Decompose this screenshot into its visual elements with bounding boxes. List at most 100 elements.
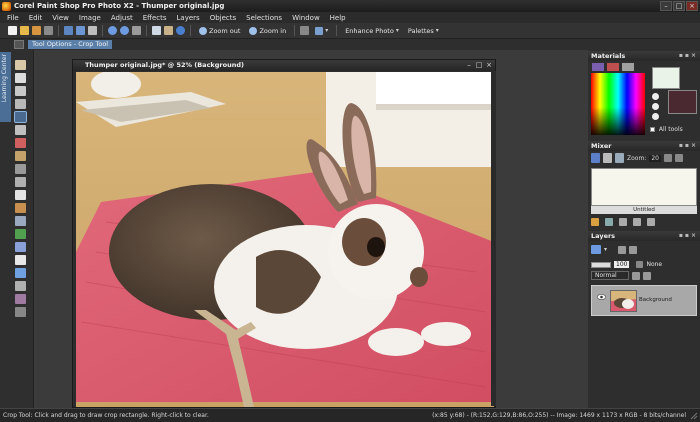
mixer-save-icon[interactable] — [605, 218, 613, 226]
dropper-tool-icon[interactable] — [15, 99, 26, 109]
tool-options-grip-icon[interactable] — [14, 40, 24, 49]
mixer-navigate-icon[interactable] — [674, 154, 683, 162]
text-tool-icon[interactable] — [15, 255, 26, 265]
mixer-pan-icon[interactable] — [663, 154, 672, 162]
palette-buttons-icon[interactable]: ▪▪× — [679, 141, 698, 151]
visibility-eye-icon[interactable] — [597, 294, 606, 300]
browse-icon[interactable] — [32, 26, 41, 35]
lock-layer-icon[interactable] — [643, 271, 651, 280]
duplicate-layer-icon[interactable] — [618, 245, 627, 254]
style-icon[interactable] — [652, 93, 659, 100]
materials-header[interactable]: Materials ▪▪× — [588, 51, 700, 61]
info-icon[interactable] — [176, 26, 185, 35]
background-swatch[interactable] — [668, 90, 697, 114]
materials-tabs[interactable] — [591, 62, 645, 72]
scan-icon[interactable] — [44, 26, 53, 35]
menu-selections[interactable]: Selections — [241, 14, 287, 22]
delete-layer-icon[interactable] — [629, 245, 638, 254]
full-screen-icon[interactable] — [300, 26, 310, 35]
airbrush-icon[interactable] — [15, 216, 26, 226]
clone-brush-icon[interactable] — [15, 151, 26, 161]
history-icon[interactable] — [132, 26, 141, 35]
copy-icon[interactable] — [152, 26, 161, 35]
menu-effects[interactable]: Effects — [138, 14, 172, 22]
lock-transparency-icon[interactable] — [632, 271, 640, 280]
pen-tool-icon[interactable] — [15, 281, 26, 291]
menu-file[interactable]: File — [2, 14, 24, 22]
red-eye-tool-icon[interactable] — [15, 138, 26, 148]
picture-tube-icon[interactable] — [15, 242, 26, 252]
preset-shape-icon[interactable] — [15, 268, 26, 278]
eraser-tool-icon[interactable] — [15, 190, 26, 200]
new-layer-icon[interactable] — [591, 245, 601, 254]
pick-tool-icon[interactable] — [15, 73, 26, 83]
zoom-in-button[interactable]: Zoom in — [246, 26, 289, 35]
menu-edit[interactable]: Edit — [24, 14, 48, 22]
pan-tool-icon[interactable] — [15, 60, 26, 70]
menu-adjust[interactable]: Adjust — [106, 14, 138, 22]
save-as-icon[interactable] — [76, 26, 85, 35]
warp-brush-icon[interactable] — [15, 294, 26, 304]
paste-icon[interactable] — [164, 26, 173, 35]
opacity-slider[interactable] — [591, 261, 611, 268]
mixer-dropper-icon[interactable] — [615, 153, 624, 163]
blend-mode-select[interactable]: Normal — [591, 271, 629, 280]
opacity-value[interactable]: 100 — [614, 261, 630, 268]
resize-grip-icon[interactable] — [690, 412, 698, 420]
all-tools-checkbox[interactable]: All tools — [650, 126, 683, 133]
menu-image[interactable]: Image — [74, 14, 106, 22]
mixer-unmix-icon[interactable] — [633, 218, 641, 226]
material-properties[interactable] — [652, 92, 664, 126]
minimize-button[interactable]: – — [660, 1, 672, 11]
paint-brush-icon[interactable] — [15, 203, 26, 213]
layer-item-background[interactable]: Background — [591, 285, 697, 316]
dodge-tool-icon[interactable] — [15, 164, 26, 174]
image-canvas[interactable] — [76, 72, 494, 407]
save-icon[interactable] — [64, 26, 73, 35]
doc-close-button[interactable]: × — [485, 61, 493, 69]
doc-maximize-button[interactable]: □ — [475, 61, 483, 69]
flood-fill-icon[interactable] — [15, 229, 26, 239]
print-icon[interactable] — [88, 26, 97, 35]
menu-objects[interactable]: Objects — [205, 14, 241, 22]
smudge-tool-icon[interactable] — [15, 177, 26, 187]
document-scrollbar[interactable] — [491, 71, 496, 406]
transparent-icon[interactable] — [652, 113, 659, 120]
selection-tool-icon[interactable] — [15, 86, 26, 96]
foreground-swatch[interactable] — [652, 67, 680, 89]
menu-view[interactable]: View — [47, 14, 74, 22]
doc-minimize-button[interactable]: – — [465, 61, 473, 69]
palette-buttons-icon[interactable]: ▪▪× — [679, 231, 698, 241]
straighten-tool-icon[interactable] — [15, 125, 26, 135]
mixer-knife-icon[interactable] — [603, 153, 612, 163]
mesh-warp-icon[interactable] — [15, 307, 26, 317]
tool-options-tab[interactable]: Tool Options - Crop Tool — [28, 40, 113, 49]
mixer-canvas[interactable] — [591, 168, 697, 206]
mixer-load-icon[interactable] — [591, 218, 599, 226]
color-spectrum[interactable] — [591, 73, 645, 135]
palette-buttons-icon[interactable]: ▪▪× — [679, 51, 698, 61]
mixer-header[interactable]: Mixer ▪▪× — [588, 141, 700, 151]
mixer-move-icon[interactable] — [619, 218, 627, 226]
crop-tool-icon[interactable] — [14, 111, 27, 123]
new-file-icon[interactable] — [8, 26, 17, 35]
open-folder-icon[interactable] — [20, 26, 29, 35]
palettes-button[interactable]: Palettes ▾ — [405, 27, 442, 35]
learning-center-tab[interactable]: Learning Center — [0, 52, 11, 122]
chevron-down-icon[interactable]: ▾ — [604, 246, 607, 253]
document-title[interactable]: Thumper original.jpg* @ 52% (Background) — [73, 60, 495, 71]
link-icon[interactable] — [636, 261, 644, 268]
maximize-button[interactable]: □ — [673, 1, 685, 11]
enhance-photo-button[interactable]: Enhance Photo ▾ — [342, 27, 402, 35]
layers-header[interactable]: Layers ▪▪× — [588, 231, 700, 241]
mixer-zoom-value[interactable]: 20 — [649, 154, 661, 162]
script-button[interactable]: ▾ — [312, 26, 331, 35]
menu-layers[interactable]: Layers — [172, 14, 205, 22]
zoom-out-button[interactable]: Zoom out — [196, 26, 243, 35]
undo-icon[interactable] — [108, 26, 117, 35]
mixer-brush-icon[interactable] — [591, 153, 600, 163]
menu-help[interactable]: Help — [325, 14, 351, 22]
menu-window[interactable]: Window — [287, 14, 325, 22]
mixer-clear-icon[interactable] — [647, 218, 655, 226]
close-button[interactable]: × — [686, 1, 698, 11]
